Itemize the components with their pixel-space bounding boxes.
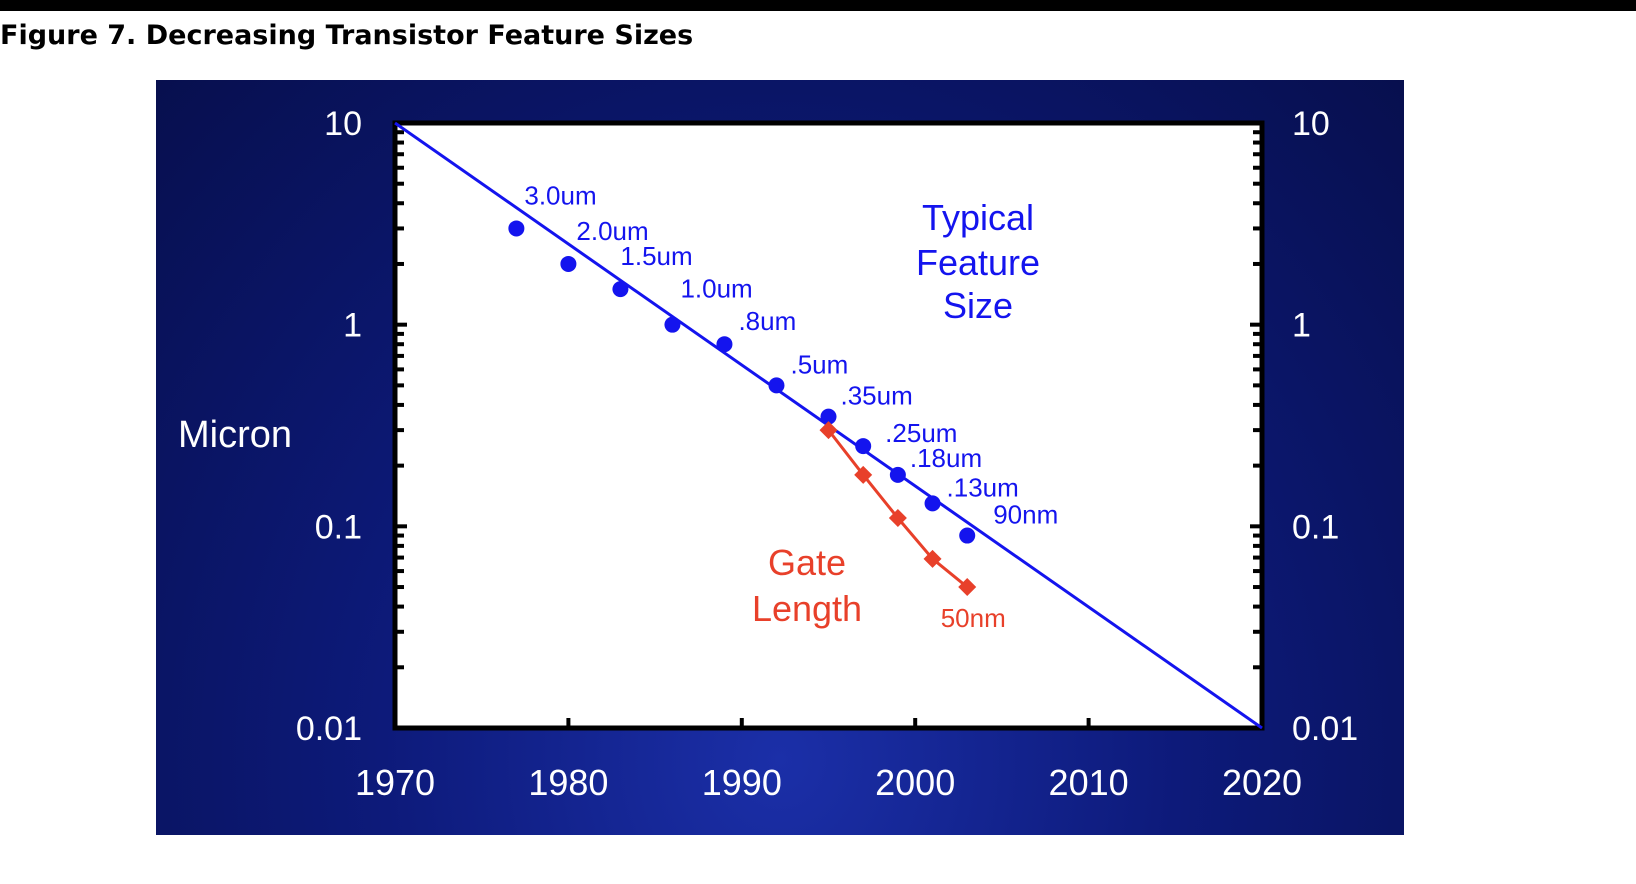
feature-point-label: 1.5um xyxy=(620,241,692,271)
y-tick-label-right: 0.1 xyxy=(1292,508,1339,546)
x-tick-label: 1980 xyxy=(528,762,608,803)
feature-point xyxy=(889,466,906,483)
y-axis-label: Micron xyxy=(178,414,292,456)
series-annotation: Feature xyxy=(916,242,1040,283)
y-tick-label-right: 10 xyxy=(1292,105,1330,143)
feature-point-label: .8um xyxy=(738,306,796,336)
feature-point-label: .18um xyxy=(910,443,982,473)
feature-point xyxy=(560,255,577,272)
x-tick-label: 1990 xyxy=(702,762,782,803)
series-annotation: Length xyxy=(752,588,862,629)
x-tick-label: 2010 xyxy=(1049,762,1129,803)
feature-point xyxy=(959,527,976,544)
feature-point-label: .13um xyxy=(947,472,1019,502)
series-annotation: Gate xyxy=(768,542,846,583)
feature-point-label: 3.0um xyxy=(524,180,596,210)
feature-point-label: 1.0um xyxy=(680,274,752,304)
y-tick-label-left: 10 xyxy=(324,105,362,143)
chart: 1970 1980 1990 2000 2010 2020 10 10 1 1 0.1 0.1 0.01… xyxy=(178,105,1358,803)
x-tick-label: 2000 xyxy=(875,762,955,803)
feature-point xyxy=(768,377,785,394)
x-tick-label: 1970 xyxy=(355,762,435,803)
feature-point-label: .5um xyxy=(790,349,848,379)
x-tick-label: 2020 xyxy=(1222,762,1302,803)
feature-point xyxy=(924,495,941,512)
y-tick-label-right: 1 xyxy=(1292,307,1311,345)
feature-point xyxy=(612,281,629,298)
feature-point xyxy=(855,438,872,455)
feature-point xyxy=(716,336,733,353)
gate-point-label: 50nm xyxy=(941,603,1006,633)
feature-point xyxy=(664,316,681,333)
series-annotation: Size xyxy=(943,285,1013,326)
y-tick-label-left: 1 xyxy=(343,307,362,345)
y-tick-label-left: 0.01 xyxy=(296,710,362,748)
y-tick-label-right: 0.01 xyxy=(1292,710,1358,748)
feature-point-label: 90nm xyxy=(993,500,1058,530)
series-annotation: Typical xyxy=(922,197,1034,238)
y-tick-label-left: 0.1 xyxy=(315,508,362,546)
feature-point xyxy=(508,220,525,237)
feature-point-label: .35um xyxy=(841,381,913,411)
